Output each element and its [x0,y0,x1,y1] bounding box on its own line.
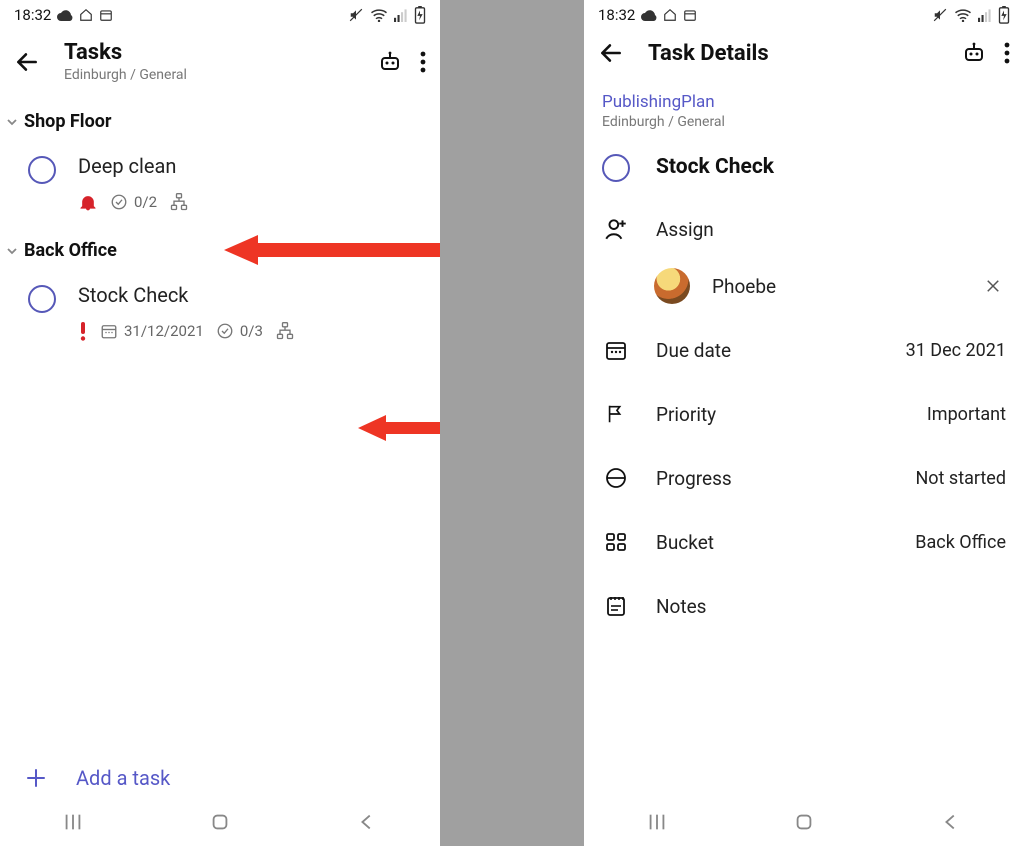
app-bar: Tasks Edinburgh / General [0,30,440,99]
notes-row[interactable]: Notes [584,574,1024,638]
status-time: 18:32 [598,6,635,24]
task-title: Stock Check [78,283,426,307]
calendar-icon [602,338,630,362]
progress-value: Not started [915,468,1006,489]
plan-header: PublishingPlan Edinburgh / General [584,82,1024,134]
recents-button[interactable] [62,811,84,833]
home-button[interactable] [209,811,231,833]
priority-label: Priority [656,403,901,426]
mute-icon [348,8,364,22]
cloud-icon [641,9,657,21]
task-checkbox[interactable] [602,154,630,182]
notes-label: Notes [656,595,1006,618]
add-task-label: Add a task [76,766,170,790]
task-row[interactable]: Stock Check 31/12/2021 [0,269,440,351]
subtasks-icon [169,192,189,212]
plus-icon [24,766,48,790]
cloud-icon [57,9,73,21]
progress-row[interactable]: Progress Not started [584,446,1024,510]
bucket-value: Back Office [915,532,1006,553]
battery-charging-icon [414,6,426,24]
phone-task-details: 18:32 [584,0,1024,846]
checklist-count: 0/3 [240,322,263,340]
assign-label: Assign [656,218,1006,241]
bucket-row[interactable]: Bucket Back Office [584,510,1024,574]
chevron-down-icon [6,116,18,128]
task-title-row: Stock Check [584,134,1024,196]
task-row[interactable]: Deep clean 0/2 [0,140,440,222]
task-checkbox[interactable] [28,285,56,313]
progress-label: Progress [656,467,889,490]
back-nav-button[interactable] [940,811,962,833]
assignee-name: Phoebe [712,275,958,298]
bot-icon[interactable] [962,41,986,65]
status-time: 18:32 [14,6,51,24]
more-vertical-icon[interactable] [1004,42,1010,64]
page-title: Task Details [648,41,938,66]
signal-icon [394,8,408,22]
bot-icon[interactable] [378,50,402,74]
remove-assignee-button[interactable] [980,273,1006,299]
calendar-small-icon [99,8,113,22]
home-outline-icon [79,8,93,22]
section-header[interactable]: Back Office [0,232,440,269]
assign-icon [602,216,630,242]
section-back-office: Back Office Stock Check 31/12/20 [0,228,440,351]
app-bar: Task Details [584,30,1024,82]
back-button[interactable] [598,40,624,66]
progress-icon [602,466,630,490]
bell-alert-icon [78,192,98,212]
home-button[interactable] [793,811,815,833]
priority-row[interactable]: Priority Important [584,382,1024,446]
section-title: Shop Floor [24,111,111,132]
task-title: Stock Check [656,155,774,179]
chevron-down-icon [6,245,18,257]
plan-link[interactable]: PublishingPlan [602,92,1006,112]
due-date-value: 31 Dec 2021 [906,340,1006,361]
assign-row[interactable]: Assign [584,196,1024,262]
section-title: Back Office [24,240,117,261]
signal-icon [978,8,992,22]
page-subtitle: Edinburgh / General [64,67,354,83]
notes-icon [602,594,630,618]
checklist-count: 0/2 [134,193,157,211]
due-date-label: Due date [656,339,880,362]
subtasks-icon [275,321,295,341]
status-bar: 18:32 [0,0,440,30]
calendar-icon [100,322,118,340]
flag-icon [602,402,630,426]
battery-charging-icon [998,6,1010,24]
priority-value: Important [927,404,1006,425]
home-outline-icon [663,8,677,22]
android-nav-bar [0,798,440,846]
section-header[interactable]: Shop Floor [0,103,440,140]
back-button[interactable] [14,49,40,75]
bucket-label: Bucket [656,531,889,554]
checklist-icon [216,322,234,340]
task-checkbox[interactable] [28,156,56,184]
section-shop-floor: Shop Floor Deep clean 0/2 [0,99,440,222]
assignee-chip[interactable]: Phoebe [584,262,1024,318]
wifi-icon [370,8,388,22]
add-task-button[interactable]: Add a task [0,746,440,798]
bucket-icon [602,530,630,554]
page-title: Tasks [64,40,354,65]
due-date-row[interactable]: Due date 31 Dec 2021 [584,318,1024,382]
calendar-small-icon [683,8,697,22]
due-date: 31/12/2021 [124,322,204,340]
plan-path: Edinburgh / General [602,114,1006,130]
status-bar: 18:32 [584,0,1024,30]
checklist-icon [110,193,128,211]
phone-tasks-list: 18:32 [0,0,440,846]
mute-icon [932,8,948,22]
wifi-icon [954,8,972,22]
avatar [654,268,690,304]
recents-button[interactable] [646,811,668,833]
android-nav-bar [584,798,1024,846]
task-title: Deep clean [78,154,426,178]
more-vertical-icon[interactable] [420,51,426,73]
back-nav-button[interactable] [356,811,378,833]
priority-important-icon [78,321,88,341]
